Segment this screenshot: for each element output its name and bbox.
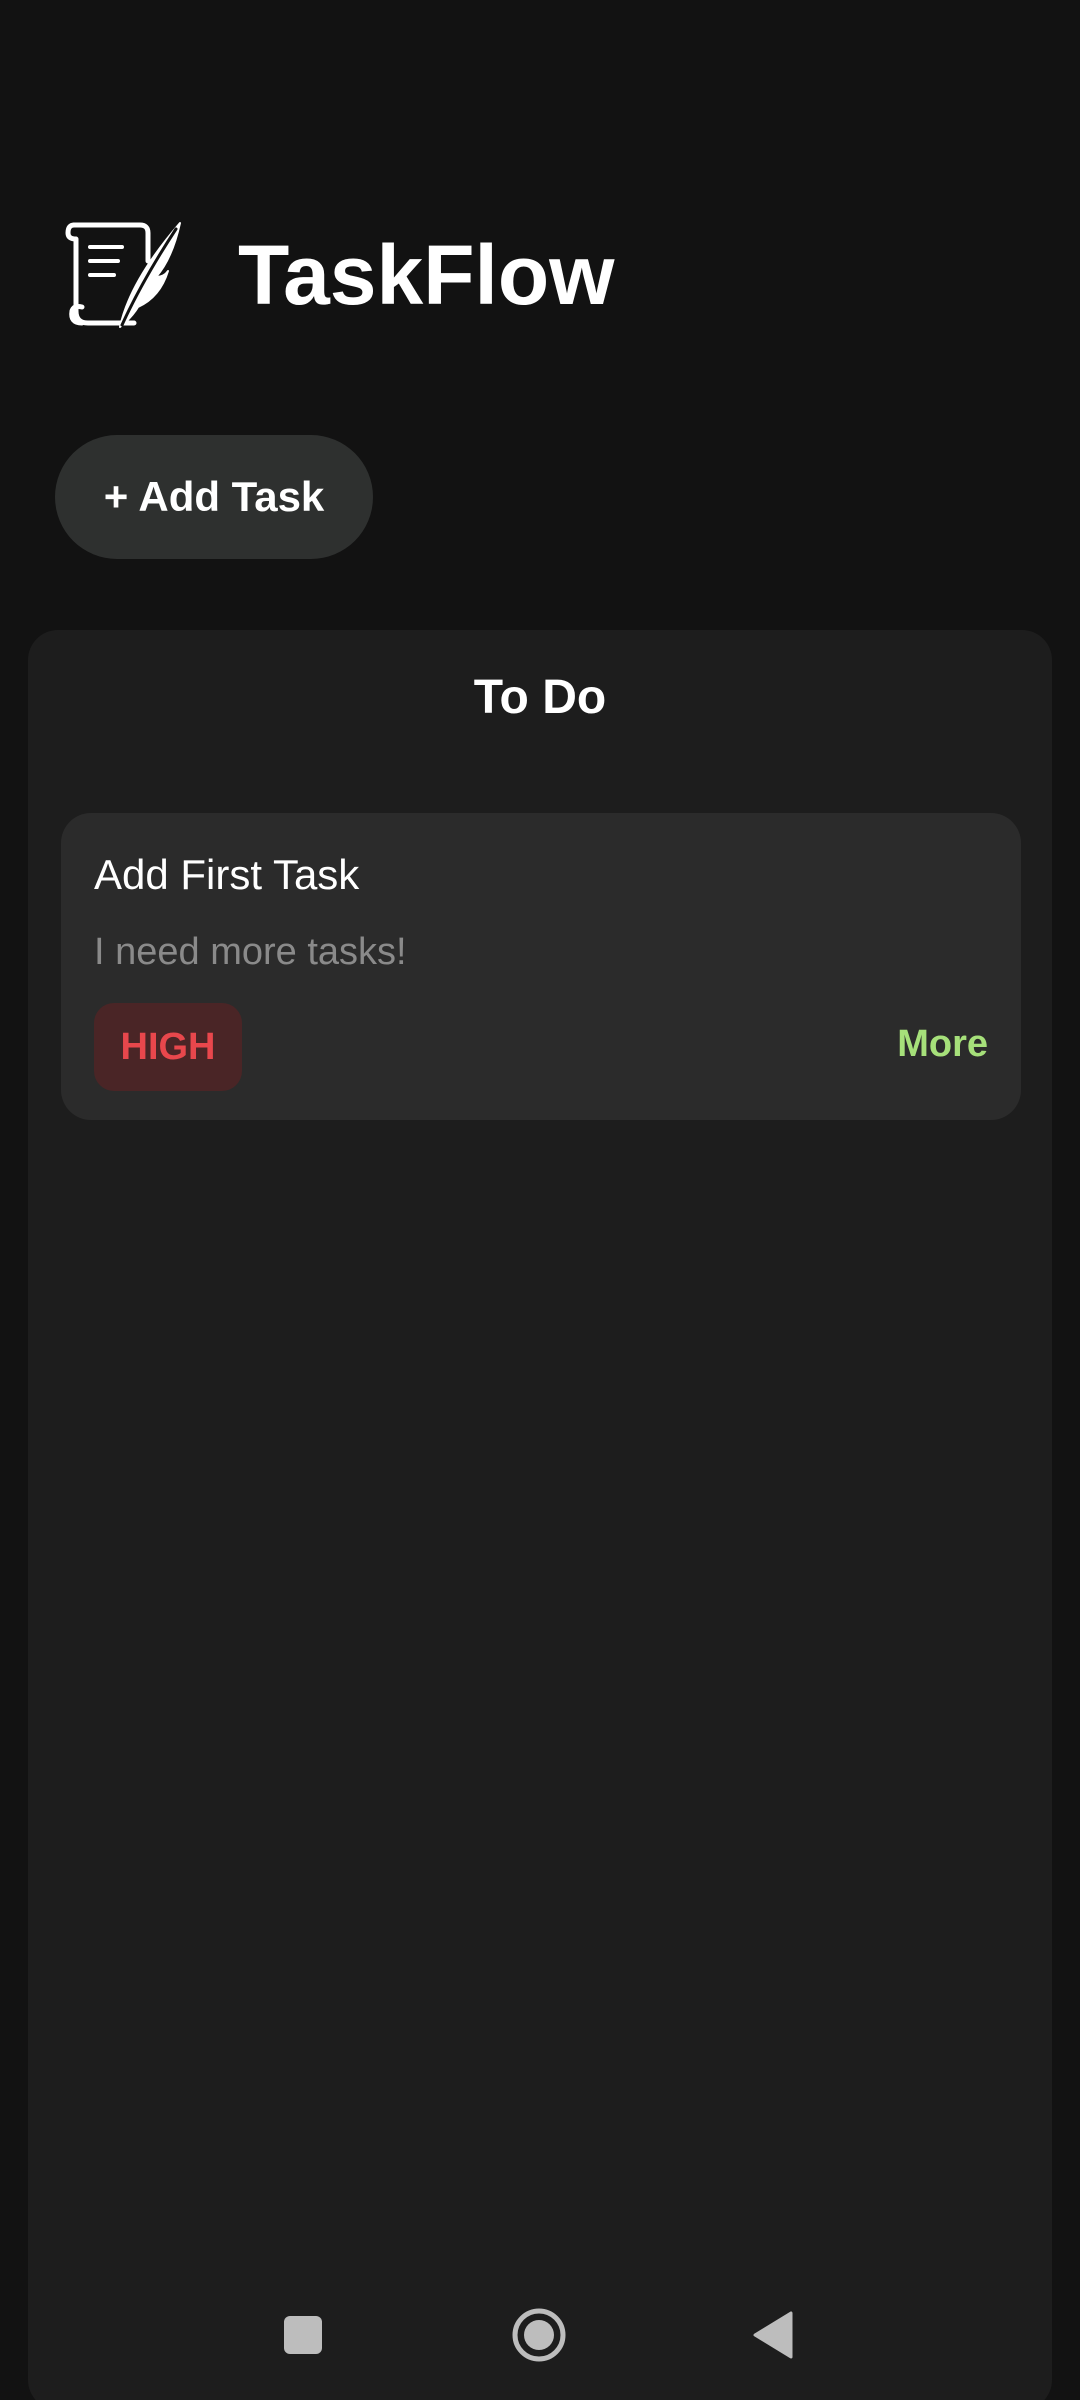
column-title: To Do (473, 671, 607, 724)
todo-column: To Do Add First Task I need more tasks! … (28, 630, 1052, 2400)
task-description: I need more tasks! (94, 931, 407, 973)
app-title: TaskFlow (238, 227, 615, 322)
task-title: Add First Task (94, 851, 360, 898)
home-button[interactable] (494, 2290, 584, 2380)
more-button[interactable]: More (897, 1023, 988, 1066)
priority-badge: HIGH (94, 1003, 242, 1091)
app-screen: TaskFlow + Add Task To Do Add First Task… (0, 0, 1080, 2400)
task-card[interactable]: Add First Task I need more tasks! HIGH M… (61, 813, 1021, 1120)
recents-icon (284, 2316, 322, 2354)
back-button[interactable] (728, 2290, 818, 2380)
system-nav-bar (0, 2290, 1080, 2380)
scroll-quill-icon (65, 222, 181, 328)
add-task-button[interactable]: + Add Task (55, 435, 373, 559)
home-icon (512, 2308, 566, 2362)
app-header: TaskFlow (60, 210, 615, 340)
back-icon (753, 2311, 793, 2359)
recents-button[interactable] (258, 2290, 348, 2380)
